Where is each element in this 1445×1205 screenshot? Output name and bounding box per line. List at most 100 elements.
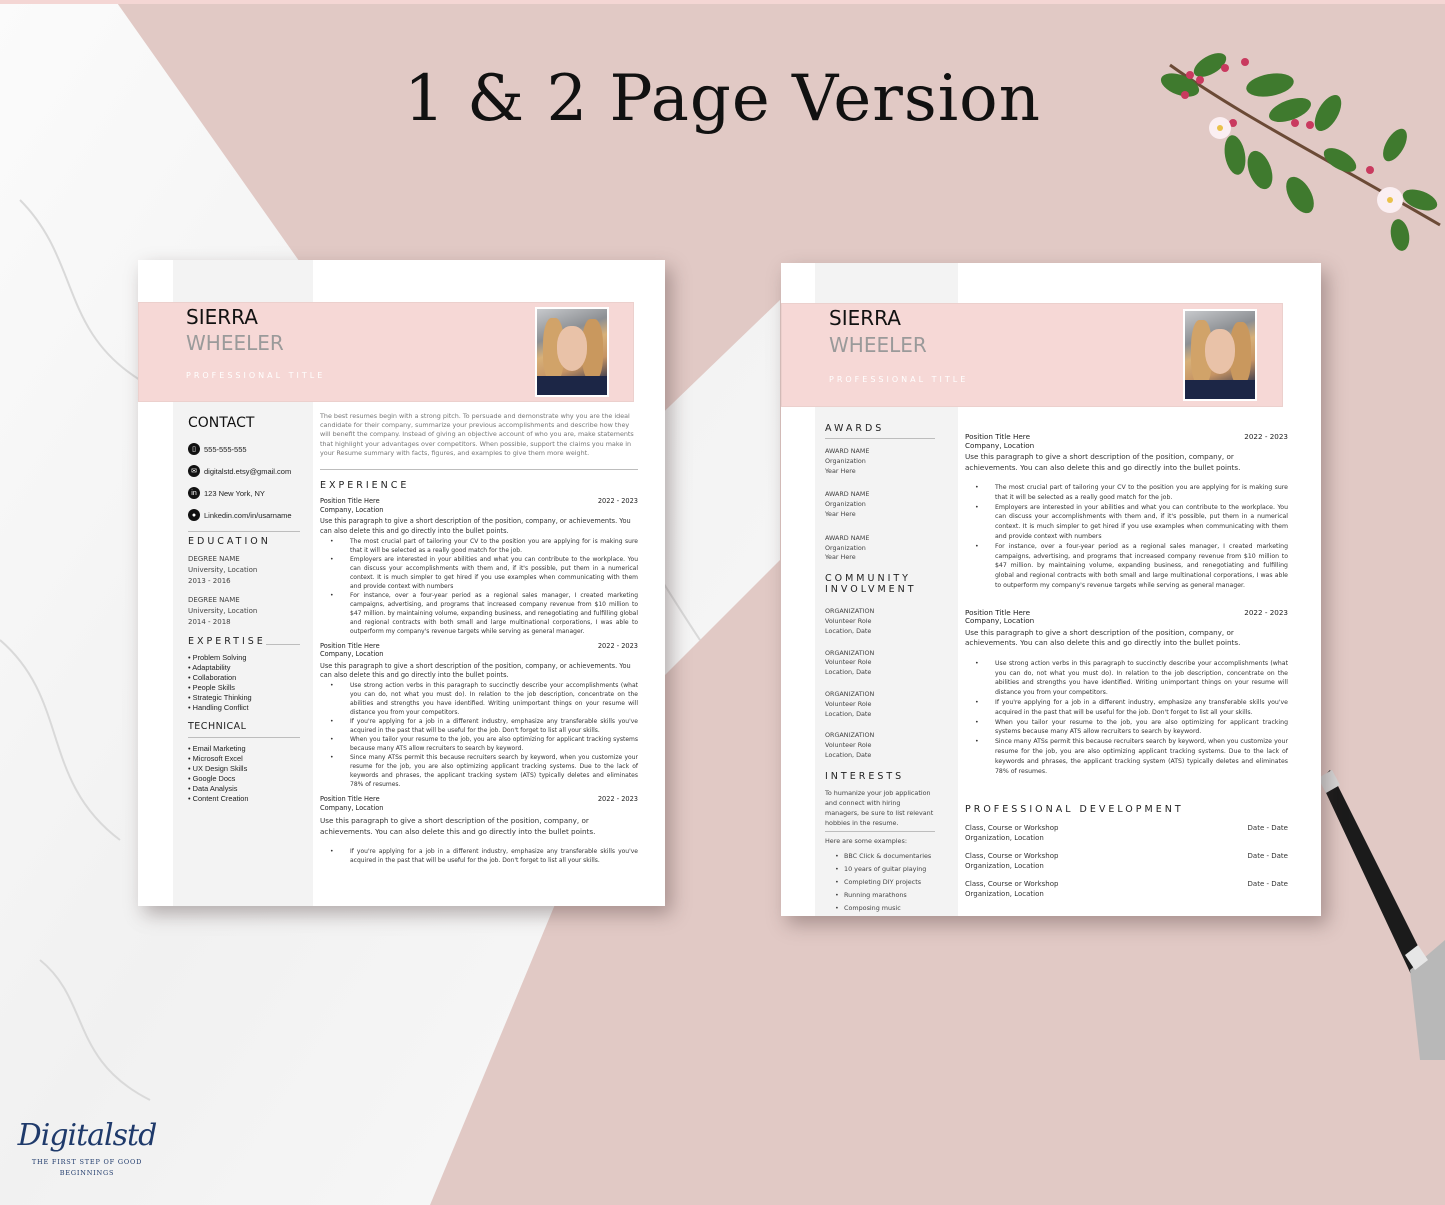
interests-intro: To humanize your job application and con… xyxy=(825,788,934,827)
course-name: Class, Course or Workshop xyxy=(965,852,1059,861)
technical-item: • UX Design Skills xyxy=(188,764,248,773)
interest-item: 10 years of guitar playing xyxy=(825,863,935,876)
award-name: AWARD NAME xyxy=(825,533,870,542)
technical-list: • Email Marketing • Microsoft Excel • UX D… xyxy=(188,744,300,804)
expertise-item: • Handling Conflict xyxy=(188,703,249,712)
profile-photo xyxy=(535,307,609,397)
expertise-item: • Strategic Thinking xyxy=(188,693,252,702)
summary-paragraph: The best resumes begin with a strong pit… xyxy=(320,412,634,457)
contact-item: in 123 New York, NY xyxy=(188,487,300,499)
technical-item: • Data Analysis xyxy=(188,784,238,793)
professional-development-item: Class, Course or Workshop Date - Date Orga… xyxy=(965,824,1288,843)
community-item: ORGANIZATION Volunteer Role Location, Date xyxy=(825,690,935,719)
course-organization: Organization, Location xyxy=(965,861,1044,870)
company-location: Company, Location xyxy=(320,803,384,812)
job-header: Position Title Here 2022 - 2023 xyxy=(320,642,638,651)
contact-heading: CONTACT xyxy=(188,415,255,431)
award-organization: Organization xyxy=(825,456,866,465)
bullet-item: If you're applying for a job in a differ… xyxy=(320,717,638,735)
email-icon: ✉ xyxy=(188,465,200,477)
last-name: WHEELER xyxy=(829,333,927,357)
job-header: Position Title Here 2022 - 2023 xyxy=(320,497,638,506)
community-item: ORGANIZATION Volunteer Role Location, Date xyxy=(825,649,935,678)
community-item: ORGANIZATION Volunteer Role Location, Date xyxy=(825,731,935,760)
job-header: Position Title Here 2022 - 2023 xyxy=(320,795,638,804)
job-description: Use this paragraph to give a short descr… xyxy=(965,627,1241,648)
last-name: WHEELER xyxy=(186,331,284,355)
job-entry: Position Title Here 2022 - 2023 Company, L… xyxy=(320,497,638,636)
expertise-header: EXPERTISE xyxy=(188,636,300,647)
bullet-item: When you tailor your resume to the job, … xyxy=(965,718,1288,738)
job-dates: 2022 - 2023 xyxy=(597,497,638,506)
award-year: Year Here xyxy=(825,509,856,518)
job-dates: 2022 - 2023 xyxy=(1244,607,1288,617)
professional-title: PROFESSIONAL TITLE xyxy=(186,371,326,380)
years: 2014 - 2018 xyxy=(188,618,231,626)
education-item: DEGREE NAME University, Location 2014 - 20… xyxy=(188,595,300,628)
sidebar-content: CONTACT ▯ 555-555-555 ✉ digitalstd.etsy@gma… xyxy=(188,415,300,804)
course-header: Class, Course or Workshop Date - Date xyxy=(965,824,1288,834)
location-pin-icon: ● xyxy=(188,509,200,521)
volunteer-role: Volunteer Role xyxy=(825,741,872,750)
job-dates: 2022 - 2023 xyxy=(597,641,638,650)
interest-item: Running marathons xyxy=(825,889,935,902)
job-entry: Position Title Here 2022 - 2023 Company, L… xyxy=(320,642,638,790)
interest-item: BBC Click & documentaries xyxy=(825,850,935,863)
interest-item: Composing music xyxy=(825,902,935,915)
course-header: Class, Course or Workshop Date - Date xyxy=(965,880,1288,890)
company-location: Company, Location xyxy=(320,505,384,514)
expertise-item: • Problem Solving xyxy=(188,653,247,662)
company-location: Company, Location xyxy=(965,616,1035,626)
location-date: Location, Date xyxy=(825,668,872,677)
award-item: AWARD NAME Organization Year Here xyxy=(825,534,935,563)
position-title: Position Title Here xyxy=(320,497,380,506)
job-bullets: Use strong action verbs in this paragrap… xyxy=(965,659,1288,777)
divider xyxy=(825,830,935,832)
technical-item: • Content Creation xyxy=(188,794,249,803)
company-location: Company, Location xyxy=(320,650,384,659)
phone-icon: ▯ xyxy=(188,443,200,455)
education-heading: EDUCATION xyxy=(188,536,271,547)
organization: ORGANIZATION xyxy=(825,648,875,657)
expertise-list: • Problem Solving • Adaptability • Collabo… xyxy=(188,653,300,713)
location-date: Location, Date xyxy=(825,709,872,718)
school: University, Location xyxy=(188,607,258,615)
contact-item: ▯ 555-555-555 xyxy=(188,443,300,455)
contact-text: 555-555-555 xyxy=(204,444,247,454)
job-entry: Position Title Here 2022 - 2023 Company, L… xyxy=(965,432,1288,591)
interests-heading: INTERESTS xyxy=(825,770,905,782)
awards-list: AWARD NAME Organization Year Here AWARD NAM… xyxy=(825,447,935,563)
resume-page-two: SIERRA WHEELER PROFESSIONAL TITLE AWARDS… xyxy=(781,263,1321,916)
experience-list: Position Title Here 2022 - 2023 Company, L… xyxy=(965,432,1288,777)
education-item: DEGREE NAME University, Location 2013 - 20… xyxy=(188,554,300,587)
professional-development-heading: PROFESSIONAL DEVELOPMENT xyxy=(965,804,1184,816)
technical-item: • Email Marketing xyxy=(188,744,246,753)
main-content: The best resumes begin with a strong pit… xyxy=(320,412,638,865)
main-content: Position Title Here 2022 - 2023 Company, L… xyxy=(965,427,1288,899)
technical-heading: TECHNICAL xyxy=(188,721,247,732)
community-item: ORGANIZATION Volunteer Role Location, Date xyxy=(825,607,935,636)
logo-tagline-1: THE FIRST STEP OF GOOD xyxy=(31,1158,143,1166)
job-bullets: If you're applying for a job in a differ… xyxy=(320,847,638,865)
award-item: AWARD NAME Organization Year Here xyxy=(825,490,935,519)
bullet-item: Employers are interested in your abiliti… xyxy=(320,555,638,591)
bullet-item: Since many ATSs permit this because recr… xyxy=(320,753,638,789)
profile-photo xyxy=(1183,309,1257,401)
divider xyxy=(265,644,300,645)
logo-tagline-2: BEGINNINGS xyxy=(59,1169,115,1177)
bullet-item: If you're applying for a job in a differ… xyxy=(320,847,638,865)
course-dates: Date - Date xyxy=(1247,852,1288,861)
degree-name: DEGREE NAME xyxy=(188,596,240,604)
logo-script: Digitalstd xyxy=(17,1118,158,1153)
contact-list: ▯ 555-555-555 ✉ digitalstd.etsy@gmail.com in… xyxy=(188,443,300,521)
company-location: Company, Location xyxy=(965,440,1035,450)
award-organization: Organization xyxy=(825,500,866,509)
professional-development-item: Class, Course or Workshop Date - Date Orga… xyxy=(965,852,1288,871)
professional-development-item: Class, Course or Workshop Date - Date Orga… xyxy=(965,880,1288,899)
bullet-item: For instance, over a four-year period as… xyxy=(965,542,1288,591)
course-name: Class, Course or Workshop xyxy=(965,824,1059,833)
bullet-item: Use strong action verbs in this paragrap… xyxy=(965,659,1288,698)
job-description: Use this paragraph to give a short descr… xyxy=(320,816,596,837)
contact-text: digitalstd.etsy@gmail.com xyxy=(204,466,292,476)
contact-text: 123 New York, NY xyxy=(204,488,265,498)
